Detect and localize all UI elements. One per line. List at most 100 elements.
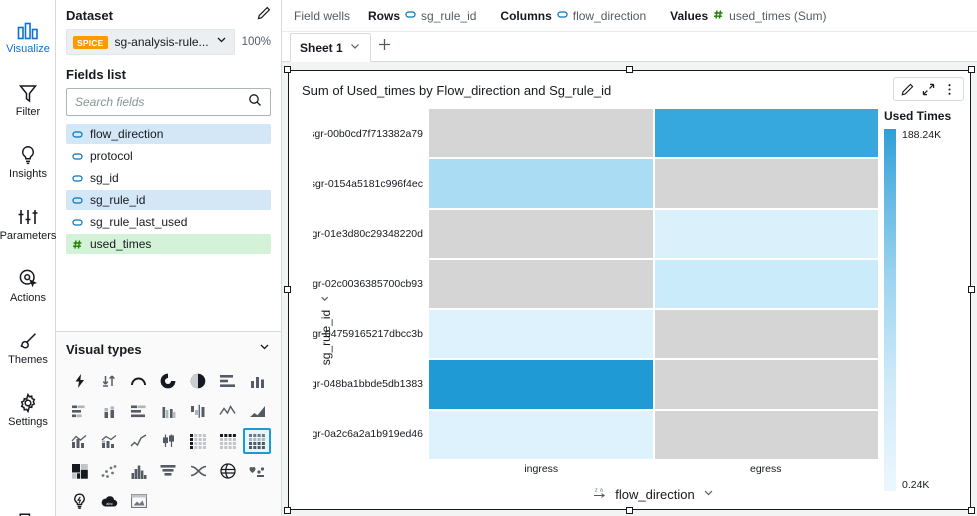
svg-text:a: a xyxy=(600,487,603,493)
resize-handle-middle-right[interactable] xyxy=(968,286,975,293)
field-item-protocol[interactable]: protocol xyxy=(66,146,271,166)
points-on-map-icon[interactable] xyxy=(243,458,271,484)
field-item-used-times[interactable]: used_times xyxy=(66,234,271,254)
waterfall-chart-icon[interactable] xyxy=(184,398,212,424)
chevron-down-icon[interactable] xyxy=(258,340,271,358)
word-cloud-icon[interactable]: abc xyxy=(96,488,124,514)
heatmap-grid xyxy=(429,109,878,459)
heatmap-cell[interactable] xyxy=(654,259,878,309)
expand-arrows-icon[interactable] xyxy=(919,80,938,99)
search-input[interactable] xyxy=(75,95,248,109)
vertical-bar-chart-icon[interactable] xyxy=(243,368,271,394)
rail-item-community[interactable]: Community xyxy=(0,500,56,516)
scatter-plot-icon[interactable] xyxy=(96,458,124,484)
rail-item-parameters[interactable]: Parameters xyxy=(0,196,56,252)
visual-types-header[interactable]: Visual types xyxy=(66,340,271,358)
x-axis-title[interactable]: z a flow_direction xyxy=(429,479,878,509)
legend-max-label: 188.24K xyxy=(902,129,942,141)
autograph-icon[interactable] xyxy=(66,368,94,394)
rail-item-visualize[interactable]: Visualize xyxy=(0,10,57,66)
main-area: Field wells Rows sg_rule_id Columns flow… xyxy=(282,0,977,516)
rail-item-insights[interactable]: Insights xyxy=(0,134,56,190)
kpi-icon[interactable] xyxy=(96,368,124,394)
fields-list-title: Fields list xyxy=(66,67,126,82)
sheet-tab-label: Sheet 1 xyxy=(300,40,343,55)
field-wells-label: Field wells xyxy=(294,8,351,23)
custom-visual-icon[interactable] xyxy=(125,488,153,514)
field-well-key: Values xyxy=(670,8,709,23)
heat-map-icon[interactable] xyxy=(243,428,271,454)
y-axis-title[interactable]: sg_rule_id xyxy=(319,293,333,366)
color-legend: Used Times 188.24K 0.24K xyxy=(878,101,970,509)
funnel-chart-icon[interactable] xyxy=(155,458,183,484)
heatmap-cell[interactable] xyxy=(429,209,653,258)
heatmap-cell[interactable] xyxy=(429,259,653,309)
sparkline-area-icon[interactable] xyxy=(125,428,153,454)
stacked-combo-icon[interactable] xyxy=(96,428,124,454)
pie-chart-icon[interactable] xyxy=(184,368,212,394)
resize-handle-top-center[interactable] xyxy=(625,66,633,73)
resize-handle-bottom-center[interactable] xyxy=(625,507,633,514)
field-label: used_times xyxy=(90,237,152,251)
stacked-vertical-bar-icon[interactable] xyxy=(96,398,124,424)
heatmap-cell[interactable] xyxy=(654,410,878,459)
rail-item-themes[interactable]: Themes xyxy=(0,320,56,376)
search-box[interactable] xyxy=(66,88,271,116)
heatmap-cell[interactable] xyxy=(429,159,653,208)
field-item-flow-direction[interactable]: flow_direction xyxy=(66,124,271,144)
resize-handle-top-right[interactable] xyxy=(968,66,975,73)
dataset-select[interactable]: SPICE sg-analysis-rule... xyxy=(66,29,235,55)
field-item-sg-id[interactable]: sg_id xyxy=(66,168,271,188)
field-label: sg_rule_id xyxy=(90,193,146,207)
rail-item-filter[interactable]: Filter xyxy=(0,72,56,128)
resize-handle-bottom-left[interactable] xyxy=(284,507,291,514)
box-plot-icon[interactable] xyxy=(155,428,183,454)
string-field-icon xyxy=(405,9,416,23)
add-sheet-button[interactable] xyxy=(371,33,399,61)
sheet-tab[interactable]: Sheet 1 xyxy=(290,33,371,62)
field-item-sg-rule-id[interactable]: sg_rule_id xyxy=(66,190,271,210)
horizontal-100-bar-icon[interactable] xyxy=(125,398,153,424)
horizontal-bar-chart-icon[interactable] xyxy=(214,368,242,394)
pencil-icon[interactable] xyxy=(257,6,271,25)
resize-handle-top-left[interactable] xyxy=(284,66,291,73)
sankey-diagram-icon[interactable] xyxy=(184,458,212,484)
heatmap-cell[interactable] xyxy=(654,310,878,359)
heatmap-cell[interactable] xyxy=(654,360,878,409)
clustered-vertical-bar-icon[interactable] xyxy=(155,398,183,424)
kebab-menu-icon[interactable] xyxy=(940,80,959,99)
table-icon[interactable] xyxy=(184,428,212,454)
filled-map-icon[interactable] xyxy=(214,458,242,484)
heatmap-cell[interactable] xyxy=(429,410,653,459)
heatmap-cell[interactable] xyxy=(654,109,878,158)
field-item-sg-rule-last-used[interactable]: sg_rule_last_used xyxy=(66,212,271,232)
dataset-header: Dataset xyxy=(56,0,281,27)
heatmap-cell[interactable] xyxy=(429,360,653,409)
rail-item-actions[interactable]: Actions xyxy=(0,258,56,314)
gauge-icon[interactable] xyxy=(125,368,153,394)
field-well-values[interactable]: Values used_times (Sum) xyxy=(670,9,826,23)
rail-label: Parameters xyxy=(0,229,57,242)
rail-item-settings[interactable]: Settings xyxy=(0,382,56,438)
resize-handle-bottom-right[interactable] xyxy=(968,507,975,514)
chevron-down-icon[interactable] xyxy=(349,40,361,55)
rail-label: Visualize xyxy=(6,42,50,55)
number-field-icon xyxy=(72,239,83,250)
field-well-columns[interactable]: Columns flow_direction xyxy=(500,9,646,23)
area-chart-icon[interactable] xyxy=(243,398,271,424)
tree-map-icon[interactable] xyxy=(66,458,94,484)
insight-icon[interactable] xyxy=(66,488,94,514)
heatmap-cell[interactable] xyxy=(654,209,878,258)
resize-handle-middle-left[interactable] xyxy=(284,286,291,293)
heatmap-cell[interactable] xyxy=(429,310,653,359)
stacked-horizontal-bar-icon[interactable] xyxy=(66,398,94,424)
pivot-table-icon[interactable] xyxy=(214,428,242,454)
combo-bar-line-icon[interactable] xyxy=(66,428,94,454)
heatmap-cell[interactable] xyxy=(654,159,878,208)
field-well-rows[interactable]: Rows sg_rule_id xyxy=(368,9,476,23)
histogram-icon[interactable] xyxy=(125,458,153,484)
heatmap-cell[interactable] xyxy=(429,109,653,158)
line-chart-icon[interactable] xyxy=(214,398,242,424)
edit-pencil-icon[interactable] xyxy=(898,80,917,99)
donut-chart-icon[interactable] xyxy=(155,368,183,394)
